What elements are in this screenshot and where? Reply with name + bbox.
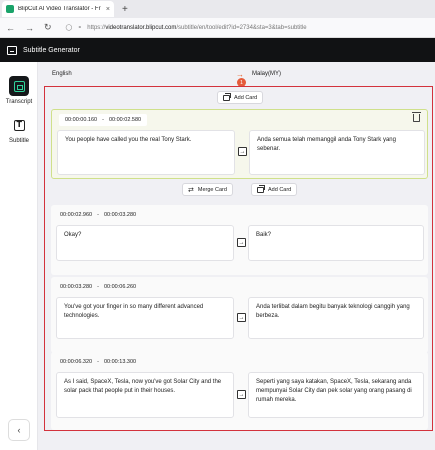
subtitle-card[interactable]: 00:00:06.320 - 00:00:13.300 As I said, S… [51,352,428,430]
arrow-right-icon: → [236,69,244,79]
end-time: 00:00:06.260 [103,284,137,290]
sidebar-item-label: Transcript [5,99,33,105]
end-time: 00:00:13.300 [103,359,137,365]
target-text-field[interactable]: Seperti yang saya katakan, SpaceX, Tesla… [248,372,424,418]
start-time: 00:00:02.960 [60,212,93,218]
delete-icon[interactable] [412,112,421,122]
target-text-field[interactable]: Anda semua telah memanggil anda Tony Sta… [249,130,425,175]
timecode[interactable]: 00:00:06.320 - 00:00:13.300 [58,356,138,368]
timecode[interactable]: 00:00:00.160 - 00:00:02.580 [59,114,148,126]
target-text-field[interactable]: Anda terlibat dalam begitu banyak teknol… [248,297,424,339]
sidebar-item-label: Subtitle [8,138,29,144]
source-text-field[interactable]: You've got your finger in so many differ… [56,297,234,339]
translate-arrow-icon[interactable]: → [237,390,246,399]
transcript-icon [9,76,29,96]
subtitle-card[interactable]: 00:00:00.160 - 00:00:02.580 You people h… [51,109,428,179]
source-text-field[interactable]: As I said, SpaceX, Tesla, now you've got… [56,372,234,418]
merge-card-label: Merge Card [197,186,227,193]
new-tab-icon[interactable]: + [122,4,128,15]
source-text-field[interactable]: You people have called you the real Tony… [57,130,235,175]
collapse-sidebar-button[interactable]: ‹ [8,419,30,441]
subtitle-card[interactable]: 00:00:02.960 - 00:00:03.280 Okay? → Baik… [51,205,428,275]
target-language[interactable]: Malay(MY) [252,71,281,77]
add-card-icon [257,184,265,193]
browser-tab[interactable]: BlipCut AI Video Translator - Fr × [2,1,114,17]
tab-close-icon[interactable]: × [106,6,110,13]
start-time: 00:00:00.160 [65,117,98,123]
home-icon[interactable] [7,45,17,55]
subtitle-editor-panel: Add Card 00:00:00.160 - 00:00:02.580 You… [44,86,433,431]
translate-arrow-icon[interactable]: → [237,313,246,322]
browser-toolbar: ← → ↻ ◯ ⚬ https://videotranslator.blipcu… [0,18,435,38]
add-card-label: Add Card [268,186,292,193]
add-card-button[interactable]: Add Card [251,183,298,196]
reload-icon[interactable]: ↻ [44,22,52,33]
end-time: 00:00:02.580 [108,117,142,123]
add-card-icon [223,92,231,101]
lock-icon: ⚬ [77,25,83,31]
subtitle-icon [9,115,29,135]
start-time: 00:00:06.320 [60,359,93,365]
source-text-field[interactable]: Okay? [56,225,234,261]
add-card-button-top[interactable]: Add Card [217,91,264,104]
sidebar-item-subtitle[interactable]: Subtitle [0,115,38,144]
tab-title: BlipCut AI Video Translator - Fr [18,6,101,12]
forward-icon[interactable]: → [25,23,34,33]
end-time: 00:00:03.280 [103,212,137,218]
app-title: Subtitle Generator [23,46,80,54]
add-card-label: Add Card [234,94,258,101]
shield-icon: ◯ [65,25,73,31]
translate-arrow-icon[interactable]: → [237,238,246,247]
site-favicon-icon [6,5,14,13]
app-header: Subtitle Generator [0,38,435,62]
start-time: 00:00:03.280 [60,284,93,290]
timecode[interactable]: 00:00:03.280 - 00:00:06.260 [58,281,138,293]
back-icon[interactable]: ← [6,23,15,33]
address-bar[interactable]: ◯ ⚬ https://videotranslator.blipcut.com/… [65,24,307,32]
timecode[interactable]: 00:00:02.960 - 00:00:03.280 [58,209,138,221]
merge-card-button[interactable]: ⇄ Merge Card [182,183,233,196]
source-language[interactable]: English [52,71,236,77]
subtitle-card[interactable]: 00:00:03.280 - 00:00:06.260 You've got y… [51,277,428,353]
url-text: https://videotranslator.blipcut.com/subt… [87,24,307,31]
merge-icon: ⇄ [188,186,194,194]
target-text-field[interactable]: Baik? [248,225,424,261]
browser-tab-bar: BlipCut AI Video Translator - Fr × + [0,0,435,18]
translate-arrow-icon[interactable]: → [238,147,247,156]
sidebar: Transcript Subtitle ‹ [0,62,38,450]
sidebar-item-transcript[interactable]: Transcript [0,76,38,105]
